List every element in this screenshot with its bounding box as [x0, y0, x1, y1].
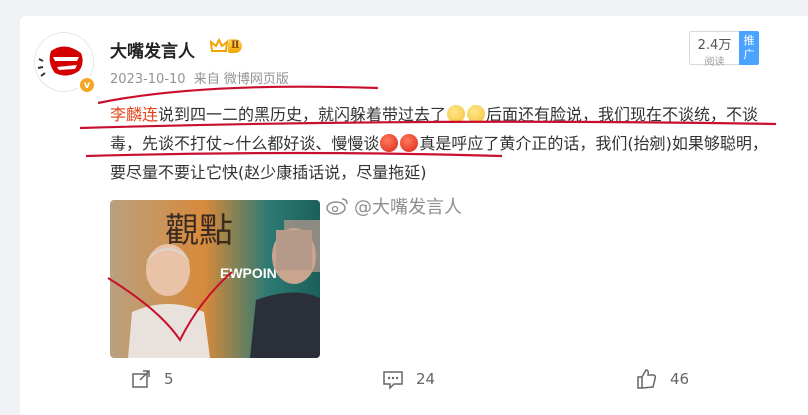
post-image[interactable]: 觀點 EWPOINT [110, 200, 320, 358]
promote-button[interactable]: 推广 [739, 31, 759, 65]
post-date[interactable]: 2023-10-10 [110, 72, 186, 87]
verified-badge: v [78, 76, 96, 94]
action-bar: 5 24 46 [130, 368, 730, 398]
like-count: 46 [670, 370, 690, 388]
emoji-angry-icon [380, 134, 399, 152]
weibo-logo-icon [326, 198, 348, 215]
comment-count: 24 [416, 370, 436, 388]
read-count-box: 2.4万 阅读 [689, 31, 739, 68]
like-icon [637, 369, 657, 389]
post-meta: 2023-10-10 来自 微博网页版 [110, 68, 293, 87]
author-name[interactable]: 大嘴发言人 [110, 37, 195, 62]
post-text: 李麟连说到四一二的黑历史，就闪躲着带过去了 后面还有脸说，我们现在不谈统，不谈毒，… [110, 100, 778, 187]
comment-icon [383, 371, 403, 390]
emoji-icon [467, 105, 486, 123]
image-sign-top: 觀點 [165, 211, 233, 251]
repost-button[interactable]: 5 [130, 368, 174, 390]
repost-icon [132, 370, 150, 388]
repost-count: 5 [164, 370, 174, 388]
read-count: 2.4万 [697, 38, 732, 53]
crown-icon [209, 37, 229, 52]
emoji-icon [447, 105, 466, 123]
like-button[interactable]: 46 [636, 368, 689, 390]
emoji-angry-icon [400, 134, 419, 152]
watermark-text: @大嘴发言人 [354, 197, 462, 218]
read-label: 阅读 [704, 57, 725, 68]
comment-button[interactable]: 24 [382, 368, 435, 390]
image-watermark: @大嘴发言人 [326, 193, 462, 219]
post-text-part1: 说到四一二的黑历史，就闪躲着带过去了 [158, 105, 447, 124]
post-source: 来自 微博网页版 [193, 72, 289, 87]
mention-link[interactable]: 李麟连 [110, 105, 158, 124]
